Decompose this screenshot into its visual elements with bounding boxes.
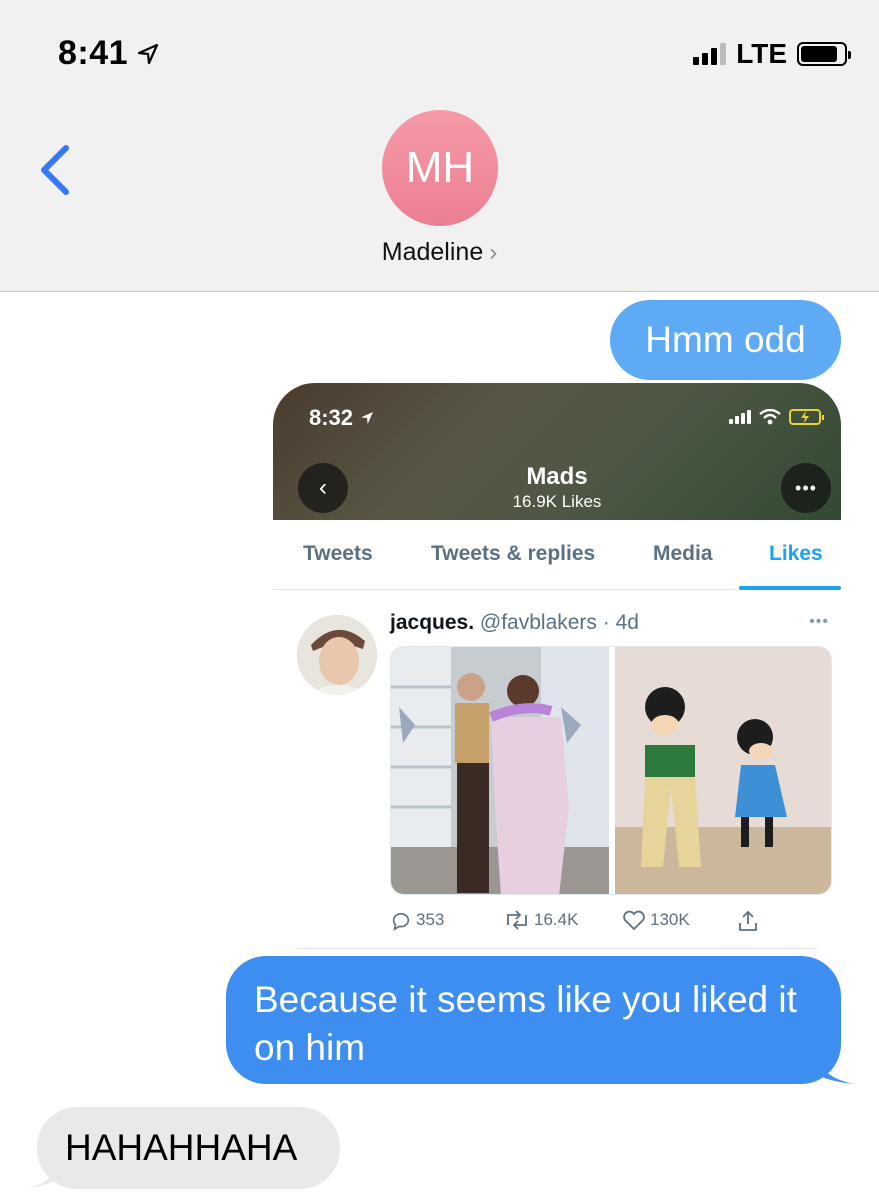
tab-tweets-replies: Tweets & replies [431, 542, 596, 565]
tweet-author-line: jacques. @favblakers · 4d [390, 611, 639, 635]
tweet-photo-1 [391, 647, 609, 894]
tweet-age: · 4d [602, 611, 639, 634]
message-text: HAHAHHAHA [65, 1127, 298, 1168]
wifi-icon [759, 409, 781, 425]
active-tab-indicator [739, 586, 841, 590]
share-icon [739, 910, 757, 931]
signal-bars-icon [729, 410, 751, 424]
battery-icon [797, 42, 851, 66]
status-time: 8:41 [58, 34, 160, 73]
charging-battery-icon [789, 409, 824, 425]
location-arrow-icon [137, 43, 159, 64]
reply-action: 353 [390, 909, 444, 931]
signal-bars-icon [693, 43, 727, 65]
contact-initials: MH [405, 143, 475, 192]
tweet-more-icon: ••• [809, 613, 829, 630]
more-icon: ••• [781, 463, 831, 513]
share-action [736, 909, 760, 933]
message-text: Hmm odd [645, 319, 806, 360]
chevron-right-icon: › [489, 239, 498, 266]
retweet-action: 16.4K [504, 909, 578, 931]
profile-name: Mads [526, 463, 588, 490]
tweet-author-handle: @favblakers [479, 611, 597, 634]
conversation-header: 8:41 LTE MH Madeline › [0, 0, 879, 292]
tweet-author-name: jacques. [390, 611, 475, 634]
message-bubble-sent[interactable]: Because it seems like you liked it on hi… [226, 956, 841, 1084]
tweet-photo-2 [615, 647, 831, 894]
tweet-author-avatar [297, 615, 377, 695]
message-bubble-received[interactable]: HAHAHHAHA [37, 1107, 340, 1189]
attachment-status-time: 8:32 [309, 405, 375, 431]
heart-icon [623, 910, 645, 931]
tab-likes: Likes [769, 542, 823, 565]
like-action: 130K [622, 909, 690, 931]
profile-tabs: Tweets Tweets & replies Media Likes [273, 520, 841, 590]
bubble-tail [27, 1156, 61, 1188]
tweet-divider [297, 948, 817, 949]
contact-name: Madeline [381, 238, 484, 266]
location-arrow-icon [361, 412, 374, 424]
message-bubble-sent[interactable]: Hmm odd [610, 300, 841, 380]
contact-avatar[interactable]: MH [382, 110, 498, 226]
back-chevron-icon[interactable] [36, 142, 76, 198]
tab-tweets: Tweets [303, 542, 373, 565]
contact-name-button[interactable]: Madeline › [0, 238, 879, 267]
tweet-media [390, 646, 832, 895]
tweet-actions: 353 16.4K 130K [390, 909, 832, 939]
message-text: Because it seems like you liked it on hi… [254, 979, 797, 1068]
network-label: LTE [736, 38, 787, 69]
tab-media: Media [653, 542, 713, 565]
bubble-tail [815, 1050, 855, 1084]
attachment-status-indicators [729, 409, 824, 425]
status-indicators: LTE [693, 38, 851, 70]
tweet-card: jacques. @favblakers · 4d ••• 353 16.4K … [273, 591, 841, 953]
retweet-icon [507, 910, 527, 930]
profile-likes-count: 16.9K Likes [512, 492, 602, 511]
image-attachment[interactable]: 8:32 ‹ Mads 16.9K Likes ••• Tweets Tweet… [273, 383, 841, 953]
reply-icon [392, 912, 410, 931]
